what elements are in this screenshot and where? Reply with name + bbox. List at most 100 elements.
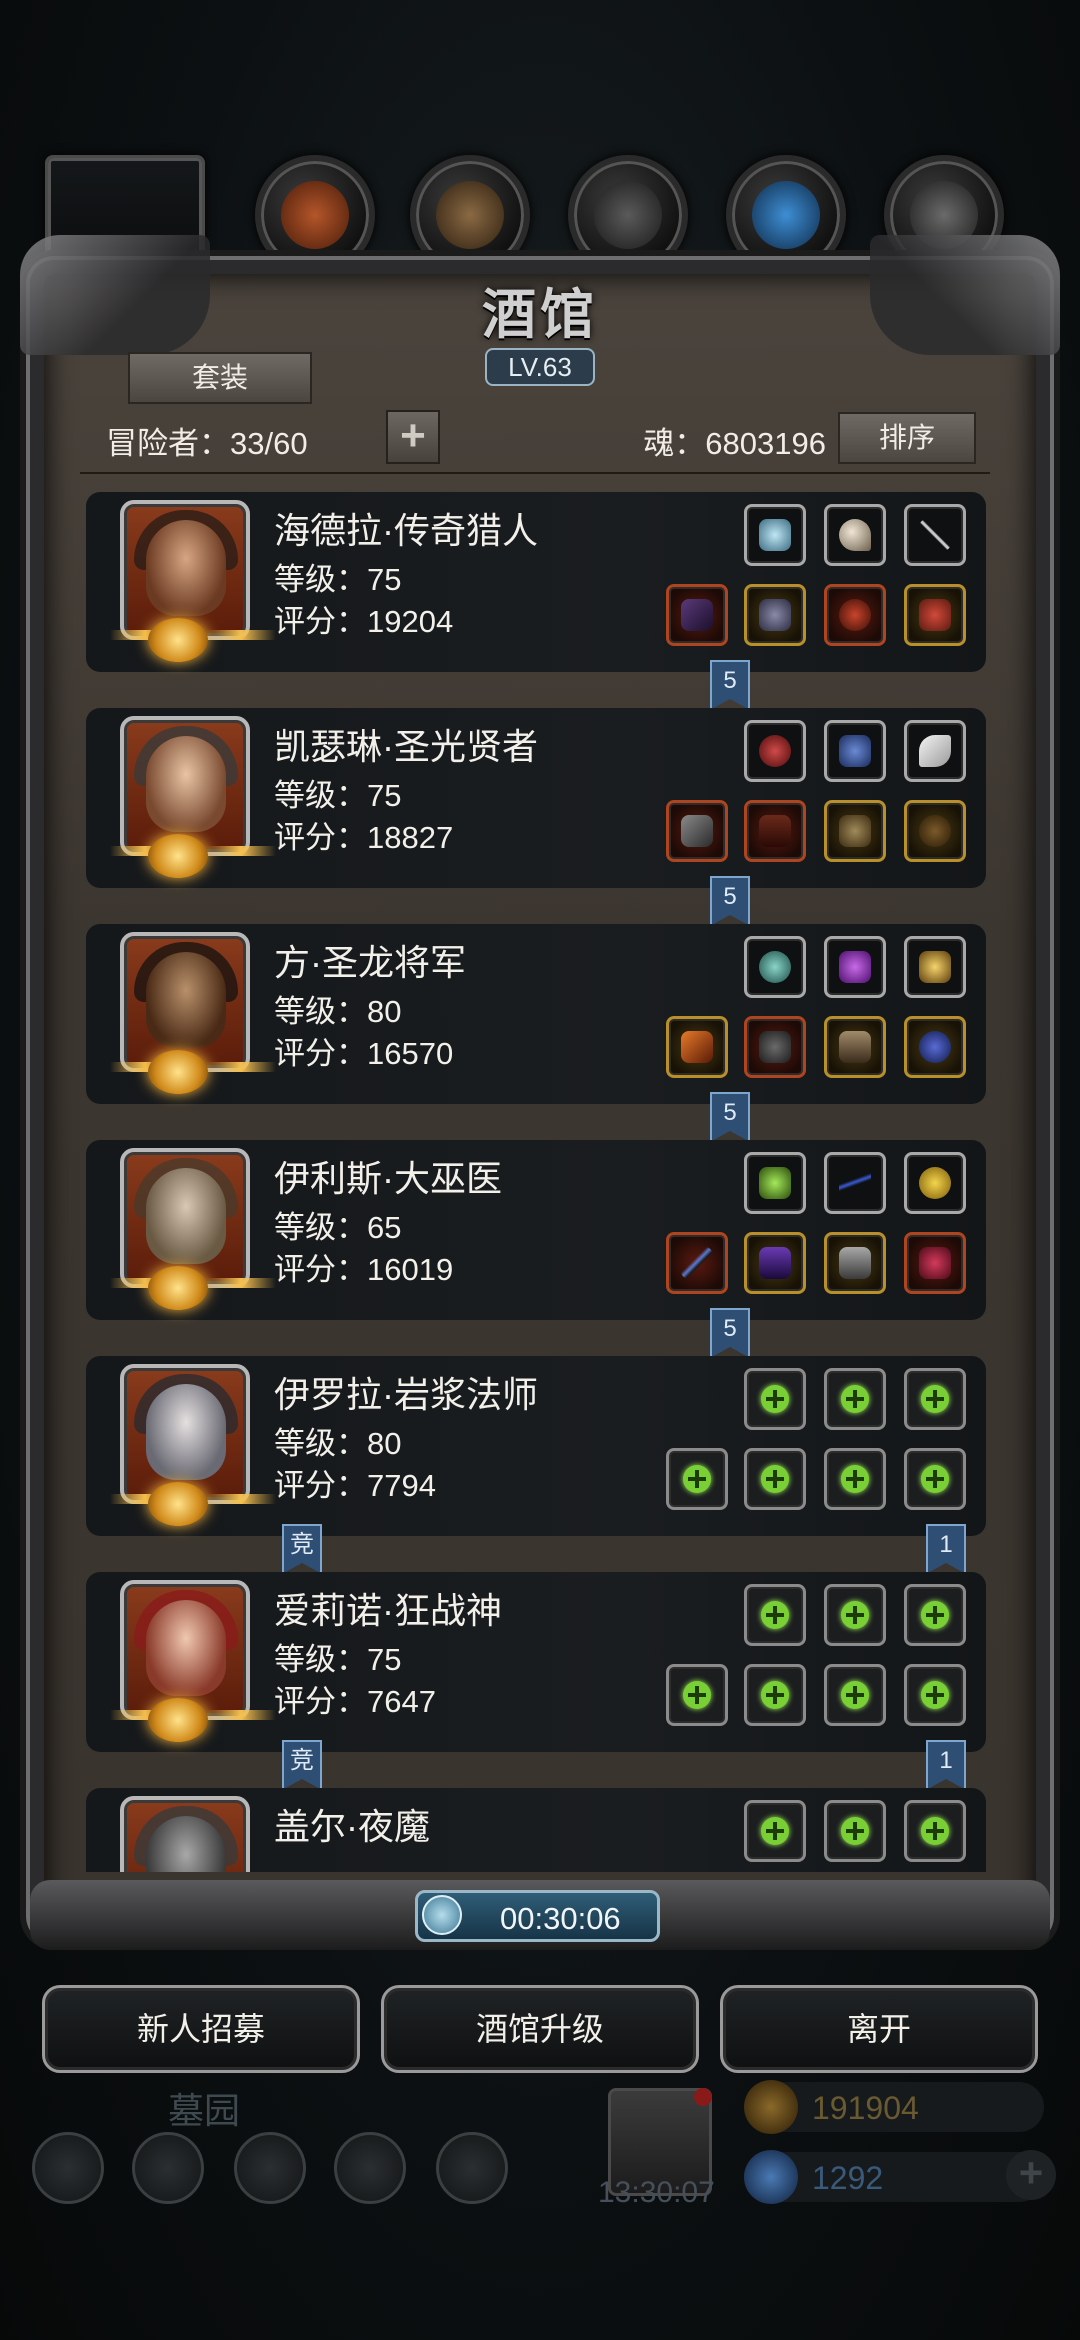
add-equipment-button[interactable] [666, 1448, 728, 1510]
hero-score: 评分：18827 [274, 820, 454, 855]
plus-icon [761, 1465, 789, 1493]
glove-icon[interactable] [824, 1232, 886, 1294]
plus-icon [841, 1385, 869, 1413]
staff-icon[interactable] [666, 1232, 728, 1294]
hero-level: 等级：80 [274, 1426, 402, 1461]
crossbow-icon[interactable] [666, 584, 728, 646]
add-equipment-button[interactable] [904, 1368, 966, 1430]
lamp-icon[interactable] [904, 936, 966, 998]
add-capacity-button[interactable]: + [386, 410, 440, 464]
star-rank-icon [148, 1266, 208, 1310]
hero-level: 等级：75 [274, 1642, 402, 1677]
pendant-icon[interactable] [904, 1016, 966, 1078]
add-equipment-button[interactable] [744, 1584, 806, 1646]
cloak-icon[interactable] [744, 1232, 806, 1294]
flask-icon[interactable] [904, 1232, 966, 1294]
totem-icon[interactable] [744, 1152, 806, 1214]
rope-icon[interactable] [824, 1152, 886, 1214]
bag-icon[interactable] [904, 800, 966, 862]
sort-button[interactable]: 排序 [838, 412, 976, 464]
add-equipment-button[interactable] [744, 1800, 806, 1862]
mask-icon[interactable] [824, 800, 886, 862]
armor-icon[interactable] [744, 584, 806, 646]
robe-icon[interactable] [744, 800, 806, 862]
hero-card[interactable]: 海德拉·传奇猎人 等级：75 评分：19204 [86, 492, 986, 672]
add-equipment-button[interactable] [904, 1800, 966, 1862]
add-equipment-button[interactable] [744, 1448, 806, 1510]
crescent-icon[interactable] [824, 504, 886, 566]
arena-tag: 竞 [282, 1740, 322, 1790]
lantern-icon[interactable] [824, 720, 886, 782]
blade-icon[interactable] [666, 1016, 728, 1078]
map-icon [436, 2132, 508, 2204]
amulet-icon[interactable] [904, 584, 966, 646]
hero-name: 伊罗拉·岩浆法师 [274, 1374, 538, 1415]
rank-tag: 5 [710, 1308, 750, 1358]
refresh-timer: 00:30:06 [415, 1890, 660, 1942]
hero-card[interactable]: 伊利斯·大巫医 等级：65 评分：16019 [86, 1140, 986, 1320]
add-equipment-button[interactable] [824, 1664, 886, 1726]
quest-icon [132, 2132, 204, 2204]
hero-name: 盖尔·夜魔 [274, 1806, 430, 1847]
hero-card[interactable]: 凯瑟琳·圣光贤者 等级：75 评分：18827 [86, 708, 986, 888]
orb-icon[interactable] [744, 936, 806, 998]
soul-count: 魂：6803196 [643, 426, 826, 461]
action-bar: 新人招募 酒馆升级 离开 [42, 1985, 1038, 2073]
add-equipment-button[interactable] [666, 1664, 728, 1726]
tab-forge[interactable] [568, 155, 688, 275]
tab-items[interactable] [255, 155, 375, 275]
tab-crafting[interactable] [410, 155, 530, 275]
needle-icon[interactable] [904, 504, 966, 566]
star-wing-right [206, 1278, 276, 1288]
plus-icon [683, 1681, 711, 1709]
hammer-icon[interactable] [666, 800, 728, 862]
plus-icon [921, 1817, 949, 1845]
notification-dot [694, 2088, 712, 2106]
suit-button[interactable]: 套装 [128, 352, 312, 404]
add-equipment-button[interactable] [824, 1448, 886, 1510]
plus-icon [761, 1385, 789, 1413]
add-equipment-button[interactable] [744, 1368, 806, 1430]
add-equipment-button[interactable] [824, 1800, 886, 1862]
add-equipment-button[interactable] [824, 1584, 886, 1646]
settings-icon [32, 2132, 104, 2204]
hero-card[interactable]: 方·圣龙将军 等级：80 评分：16570 [86, 924, 986, 1104]
gem-icon[interactable] [744, 504, 806, 566]
hero-card[interactable]: 盖尔·夜魔 [86, 1788, 986, 1872]
plus-icon [761, 1817, 789, 1845]
hero-score: 评分：16570 [274, 1036, 454, 1071]
add-equipment-button[interactable] [824, 1368, 886, 1430]
hero-score: 评分：7794 [274, 1468, 436, 1503]
hero-name: 伊利斯·大巫医 [274, 1158, 502, 1199]
plus-icon [841, 1681, 869, 1709]
tab-crystal[interactable] [726, 155, 846, 275]
shield-icon[interactable] [824, 584, 886, 646]
leave-button[interactable]: 离开 [720, 1985, 1038, 2073]
star-wing-right [206, 1710, 276, 1720]
apple-icon[interactable] [904, 1152, 966, 1214]
hero-score: 评分：19204 [274, 604, 454, 639]
add-equipment-button[interactable] [904, 1664, 966, 1726]
plus-icon [841, 1817, 869, 1845]
plate-icon[interactable] [744, 1016, 806, 1078]
star-wing-right [206, 1062, 276, 1072]
hero-card[interactable]: 伊罗拉·岩浆法师 等级：80 评分：7794 [86, 1356, 986, 1536]
star-wing-right [206, 1494, 276, 1504]
upgrade-tavern-button[interactable]: 酒馆升级 [381, 1985, 699, 2073]
info-row: 冒险者：33/60 + 魂：6803196 排序 [106, 410, 976, 464]
add-equipment-button[interactable] [904, 1448, 966, 1510]
hero-card[interactable]: 爱莉诺·狂战神 等级：75 评分：7647 [86, 1572, 986, 1752]
potion-icon[interactable] [744, 720, 806, 782]
adventurer-count: 冒险者：33/60 [106, 426, 308, 461]
hero-list[interactable]: 海德拉·传奇猎人 等级：75 评分：19204 5 凯瑟琳·圣光贤者 等级：75… [70, 484, 1000, 1872]
plus-icon [921, 1601, 949, 1629]
add-equipment-button[interactable] [744, 1664, 806, 1726]
star-rank-icon [148, 618, 208, 662]
add-equipment-button[interactable] [904, 1584, 966, 1646]
crystal-icon[interactable] [824, 936, 886, 998]
hero-level: 等级：80 [274, 994, 402, 1029]
recruit-button[interactable]: 新人招募 [42, 1985, 360, 2073]
feather-icon[interactable] [904, 720, 966, 782]
gauntlet-icon[interactable] [824, 1016, 886, 1078]
hero-portrait[interactable] [120, 1796, 250, 1872]
